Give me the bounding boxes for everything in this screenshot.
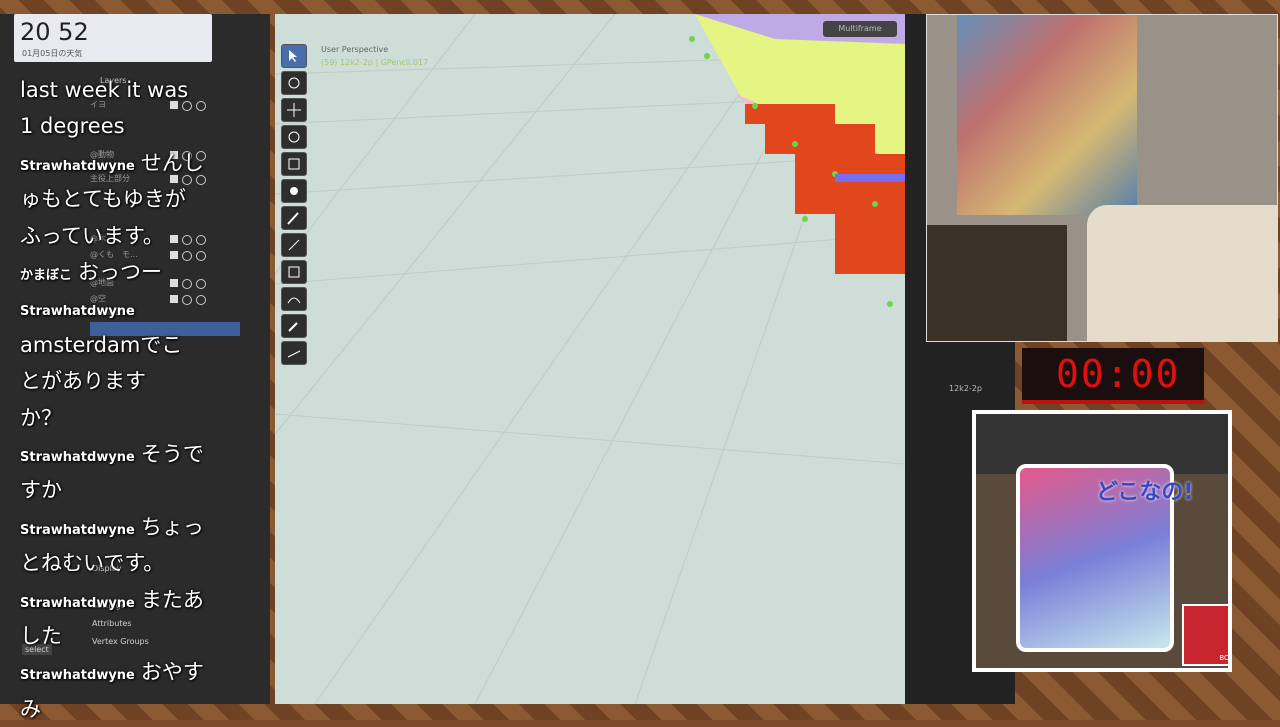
pillow [1087,205,1277,341]
chat-message-line: amsterdamでこ [20,327,220,363]
timer-value: 00:00 [1056,352,1181,396]
sticker-photo: どこなの! BOOTH [976,414,1228,668]
chat-message-line: last week it was [20,72,220,108]
chat-username: Strawhatdwyne [20,304,135,320]
chat-username: Strawhatdwyne [20,668,135,684]
chat-text: み [20,696,41,721]
chat-message-line: した [20,618,220,654]
rotate-tool-button[interactable] [281,125,307,149]
chat-message-line: み [20,691,220,727]
measure-icon [287,350,301,358]
chat-username: かまぼこ [20,268,73,283]
chat-message-line: Strawhatdwyne せんし [20,145,220,185]
bookshelf [927,225,1067,341]
chat-message-line: Strawhatdwyne ちょっ [20,509,220,549]
scale-icon [288,158,300,170]
clock-widget: 20 52 01月05日の天気 [14,14,212,62]
chat-message-line: 1 degrees [20,108,220,144]
viewport-object-info: (59) 12k2-2p | GPencil.017 [321,58,429,67]
3d-viewport[interactable]: User Perspective (59) 12k2-2p | GPencil.… [275,14,905,704]
toolbar [281,44,307,368]
chat-message-line: とがあります [20,363,220,399]
chat-text: ゅもとてもゆきが [20,187,186,212]
chat-username: Strawhatdwyne [20,595,135,611]
erase-tool-button[interactable] [281,233,307,257]
stream-timer: 00:00 [1022,348,1204,404]
chat-text: ちょっ [140,514,204,539]
chat-text: すか [20,478,62,503]
eyedropper-tool-button[interactable] [281,314,307,338]
chat-text: か？ [20,405,62,430]
timer-bar [1022,400,1204,404]
cursor-tool-button[interactable] [281,71,307,95]
wall-posters [957,15,1137,215]
chat-message-line: とねむいです。 [20,545,220,581]
transform-icon [290,187,298,195]
chat-message-line: Strawhatdwyne おやす [20,654,220,694]
chat-message-line: ゅもとてもゆきが [20,181,220,217]
select-tool-button[interactable] [281,44,307,68]
chat-message-line: すか [20,472,220,508]
multiframe-toggle[interactable]: Multiframe [823,21,897,37]
transform-tool-button[interactable] [281,179,307,203]
rotate-icon [288,131,300,143]
curve-icon [287,297,301,304]
chat-message-line: Strawhatdwyne またあ [20,582,220,622]
clock-date: 01月05日の天気 [22,49,83,58]
chat-message-line: かまぼこ おっつー [20,254,220,294]
crosshair-icon [288,77,300,89]
brush-icon [287,212,299,225]
curve-tool-button[interactable] [281,287,307,311]
booth-logo: BOOTH [1182,604,1228,666]
sticker-camera: どこなの! BOOTH [972,410,1232,672]
box-tool-button[interactable] [281,260,307,284]
box-icon [288,266,300,278]
chat-text: ふっています。 [20,223,164,248]
chat-message-line: Strawhatdwyne そうで [20,436,220,476]
chat-text: おやす [140,660,204,685]
move-icon [287,103,301,117]
chat-text: amsterdamでこ [20,332,183,357]
chat-text: せんし [140,150,204,175]
chat-text: 1 degrees [20,114,125,139]
viewport-perspective-label: User Perspective [321,45,389,54]
chat-text: した [20,624,62,648]
object-name-label: 12k2-2p [949,384,982,393]
sticker-text: どこなの! [1096,480,1194,505]
chat-text: とねむいです。 [20,551,165,576]
chat-username: Strawhatdwyne [20,158,135,174]
viewport-grid [275,14,905,704]
booth-label: BOOTH [1219,654,1228,662]
chat-username: Strawhatdwyne [20,522,135,538]
chat-text: またあ [140,587,204,612]
webcam-feed [926,14,1278,342]
draw-tool-button[interactable] [281,206,307,230]
clock-time: 20 52 [20,18,89,46]
chat-message-line: Strawhatdwyne [20,290,220,330]
chat-message-line: ふっています。 [20,218,220,254]
eyedropper-icon [288,322,298,332]
move-tool-button[interactable] [281,98,307,122]
measure-tool-button[interactable] [281,341,307,365]
cursor-icon [289,50,297,62]
chat-text: とがあります [20,369,146,394]
chat-text: そうで [140,442,204,466]
scale-tool-button[interactable] [281,152,307,176]
chat-text: last week it was [20,78,189,102]
chat-message-line: か？ [20,400,220,436]
chat-username: Strawhatdwyne [20,450,135,465]
chat-text: おっつー [78,260,163,284]
eraser-icon [288,239,300,251]
